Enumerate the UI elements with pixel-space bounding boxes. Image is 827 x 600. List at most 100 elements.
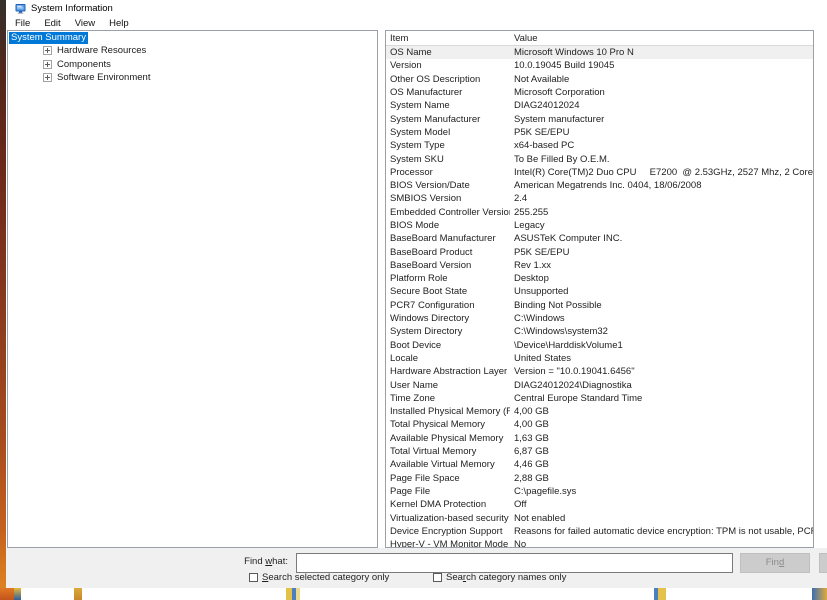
tree-item-components[interactable]: Components xyxy=(8,58,377,71)
tree-item-hardware-resources[interactable]: Hardware Resources xyxy=(8,44,377,57)
value-cell: 2.4 xyxy=(510,193,813,204)
item-cell: Device Encryption Support xyxy=(386,526,510,537)
item-cell: System Directory xyxy=(386,326,510,337)
find-input[interactable] xyxy=(296,553,733,573)
checkbox-search-category-names-box[interactable] xyxy=(433,573,442,582)
table-row[interactable]: LocaleUnited States xyxy=(386,352,813,365)
table-row[interactable]: Kernel DMA ProtectionOff xyxy=(386,498,813,511)
tree-item-system-summary[interactable]: System Summary xyxy=(8,31,377,44)
table-row[interactable]: Virtualization-based securityNot enabled xyxy=(386,511,813,524)
table-row[interactable]: ProcessorIntel(R) Core(TM)2 Duo CPU E720… xyxy=(386,166,813,179)
table-row[interactable]: User NameDIAG24012024\Diagnostika xyxy=(386,378,813,391)
table-row[interactable]: Other OS DescriptionNot Available xyxy=(386,73,813,86)
table-row[interactable]: Total Physical Memory4,00 GB xyxy=(386,418,813,431)
wallpaper-detail xyxy=(658,588,666,600)
list-header[interactable]: Item Value xyxy=(386,31,813,46)
table-row[interactable]: Installed Physical Memory (RAM)4,00 GB xyxy=(386,405,813,418)
table-row[interactable]: Platform RoleDesktop xyxy=(386,272,813,285)
checkbox-search-category-names-label: Search category names only xyxy=(446,572,566,583)
table-row[interactable]: Total Virtual Memory6,87 GB xyxy=(386,445,813,458)
menu-view[interactable]: View xyxy=(68,18,102,29)
value-cell: 1,63 GB xyxy=(510,433,813,444)
value-cell: C:\Windows\system32 xyxy=(510,326,813,337)
checkbox-search-category-names[interactable]: Search category names only xyxy=(433,572,566,583)
column-header-item[interactable]: Item xyxy=(386,33,510,44)
table-row[interactable]: Version10.0.19045 Build 19045 xyxy=(386,59,813,72)
table-row[interactable]: System SKUTo Be Filled By O.E.M. xyxy=(386,152,813,165)
menu-file[interactable]: File xyxy=(8,18,37,29)
value-cell: P5K SE/EPU xyxy=(510,247,813,258)
item-cell: Embedded Controller Version xyxy=(386,207,510,218)
table-row[interactable]: Hyper-V - VM Monitor Mode E...No xyxy=(386,538,813,547)
table-row[interactable]: Embedded Controller Version255.255 xyxy=(386,206,813,219)
item-cell: OS Manufacturer xyxy=(386,87,510,98)
item-cell: Windows Directory xyxy=(386,313,510,324)
table-row[interactable]: Time ZoneCentral Europe Standard Time xyxy=(386,392,813,405)
item-cell: Kernel DMA Protection xyxy=(386,499,510,510)
item-cell: OS Name xyxy=(386,47,510,58)
table-row[interactable]: Available Physical Memory1,63 GB xyxy=(386,432,813,445)
table-row[interactable]: System ModelP5K SE/EPU xyxy=(386,126,813,139)
value-cell: American Megatrends Inc. 0404, 18/06/200… xyxy=(510,180,813,191)
table-row[interactable]: SMBIOS Version2.4 xyxy=(386,192,813,205)
table-row[interactable]: BIOS ModeLegacy xyxy=(386,219,813,232)
table-row[interactable]: Hardware Abstraction LayerVersion = "10.… xyxy=(386,365,813,378)
expand-plus-icon[interactable] xyxy=(43,73,52,82)
value-cell: P5K SE/EPU xyxy=(510,127,813,138)
value-cell: C:\Windows xyxy=(510,313,813,324)
table-row[interactable]: Device Encryption SupportReasons for fai… xyxy=(386,525,813,538)
table-row[interactable]: Windows DirectoryC:\Windows xyxy=(386,312,813,325)
table-row[interactable]: BaseBoard ProductP5K SE/EPU xyxy=(386,245,813,258)
tree-item-label: Software Environment xyxy=(57,72,150,83)
table-row[interactable]: Boot Device\Device\HarddiskVolume1 xyxy=(386,339,813,352)
table-row[interactable]: System ManufacturerSystem manufacturer xyxy=(386,112,813,125)
value-cell: \Device\HarddiskVolume1 xyxy=(510,340,813,351)
value-cell: DIAG24012024 xyxy=(510,100,813,111)
table-row[interactable]: OS ManufacturerMicrosoft Corporation xyxy=(386,86,813,99)
item-cell: Installed Physical Memory (RAM) xyxy=(386,406,510,417)
table-row[interactable]: OS NameMicrosoft Windows 10 Pro N xyxy=(386,46,813,59)
item-cell: Boot Device xyxy=(386,340,510,351)
table-row[interactable]: PCR7 ConfigurationBinding Not Possible xyxy=(386,299,813,312)
table-row[interactable]: BaseBoard VersionRev 1.xx xyxy=(386,259,813,272)
value-cell: Intel(R) Core(TM)2 Duo CPU E7200 @ 2.53G… xyxy=(510,167,813,178)
value-cell: Desktop xyxy=(510,273,813,284)
table-row[interactable]: System DirectoryC:\Windows\system32 xyxy=(386,325,813,338)
item-cell: Secure Boot State xyxy=(386,286,510,297)
item-cell: Total Virtual Memory xyxy=(386,446,510,457)
column-header-value[interactable]: Value xyxy=(510,33,813,44)
value-cell: Off xyxy=(510,499,813,510)
details-list-panel[interactable]: Item Value OS NameMicrosoft Windows 10 P… xyxy=(385,30,814,548)
table-row[interactable]: System Typex64-based PC xyxy=(386,139,813,152)
item-cell: Available Virtual Memory xyxy=(386,459,510,470)
item-cell: Platform Role xyxy=(386,273,510,284)
menu-help[interactable]: Help xyxy=(102,18,136,29)
item-cell: BIOS Version/Date xyxy=(386,180,510,191)
tree-item-software-environment[interactable]: Software Environment xyxy=(8,71,377,84)
item-cell: System Manufacturer xyxy=(386,114,510,125)
value-cell: Not Available xyxy=(510,74,813,85)
menu-edit[interactable]: Edit xyxy=(37,18,67,29)
expand-plus-icon[interactable] xyxy=(43,60,52,69)
cut-off-button[interactable] xyxy=(819,553,827,573)
item-cell: System Model xyxy=(386,127,510,138)
item-cell: Virtualization-based security xyxy=(386,513,510,524)
table-row[interactable]: Available Virtual Memory4,46 GB xyxy=(386,458,813,471)
table-row[interactable]: BIOS Version/DateAmerican Megatrends Inc… xyxy=(386,179,813,192)
system-information-app-icon xyxy=(15,3,26,14)
category-tree-panel[interactable]: System Summary Hardware Resources Compone… xyxy=(7,30,378,548)
table-row[interactable]: Page File Space2,88 GB xyxy=(386,472,813,485)
find-button[interactable]: Find xyxy=(740,553,810,573)
table-row[interactable]: System NameDIAG24012024 xyxy=(386,99,813,112)
item-cell: Locale xyxy=(386,353,510,364)
table-row[interactable]: Page FileC:\pagefile.sys xyxy=(386,485,813,498)
checkbox-search-selected-category-box[interactable] xyxy=(249,573,258,582)
value-cell: System manufacturer xyxy=(510,114,813,125)
item-cell: System SKU xyxy=(386,154,510,165)
table-row[interactable]: BaseBoard ManufacturerASUSTeK Computer I… xyxy=(386,232,813,245)
wallpaper-detail xyxy=(812,588,827,600)
table-row[interactable]: Secure Boot StateUnsupported xyxy=(386,285,813,298)
expand-plus-icon[interactable] xyxy=(43,46,52,55)
tree-item-label: Components xyxy=(57,59,111,70)
checkbox-search-selected-category[interactable]: Search selected category only xyxy=(249,572,389,583)
